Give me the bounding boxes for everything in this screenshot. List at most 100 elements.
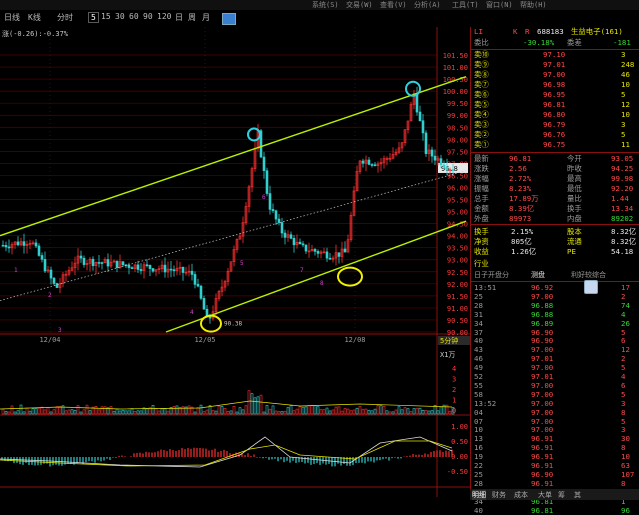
volume-bar	[163, 408, 167, 415]
panel-tab[interactable]: 测盘	[531, 270, 545, 280]
volume-bar	[424, 409, 428, 415]
period-button[interactable]: 月	[200, 12, 212, 23]
volume-bar	[211, 410, 215, 415]
weicha-label: 委差	[567, 38, 582, 47]
volume-bar	[133, 410, 137, 415]
industry-label: 行业	[474, 259, 489, 268]
stat-value: 93.05	[611, 154, 634, 163]
period-button[interactable]: 120	[155, 12, 173, 21]
period-button[interactable]: 15	[99, 12, 113, 21]
tick-time: 49	[474, 363, 483, 373]
tick-time: 37	[474, 327, 483, 337]
tick-price: 96.88	[531, 300, 554, 310]
period-button[interactable]: 60	[127, 12, 141, 21]
volume-bar	[418, 407, 422, 415]
volume-bar	[145, 408, 149, 415]
order-row: 卖⑦ 96.98 10	[471, 80, 639, 90]
candle	[100, 262, 104, 264]
volume-bar	[253, 397, 257, 415]
weicha-value: -181	[613, 38, 631, 47]
period-button[interactable]: K线	[26, 12, 43, 23]
volume-bar	[256, 396, 260, 415]
candle	[328, 257, 332, 260]
candles: 1 2 3 4 5 6 7 8	[1, 86, 455, 334]
period-button[interactable]: 日	[173, 12, 185, 23]
tick-price: 97.00	[531, 407, 554, 417]
stat-value: 8.23%	[509, 184, 532, 193]
tick-volume: 3	[621, 398, 626, 408]
tick-row: 46 97.01 2	[471, 354, 639, 363]
stat-value: 96.81	[509, 154, 532, 163]
period-button[interactable]: 5	[88, 12, 99, 23]
volume-bar	[295, 408, 299, 415]
stat-row: 总手 17.89万 量比 1.44	[471, 194, 639, 204]
extra-label: 净资	[474, 237, 489, 246]
volume-bar	[136, 410, 140, 415]
volume-bar	[16, 410, 20, 415]
volume-bar	[220, 406, 224, 415]
stat-label: 总手	[474, 194, 489, 203]
volume-bar	[205, 409, 209, 415]
tick-row: 34 96.89 26	[471, 319, 639, 328]
stat-value: 2.72%	[509, 174, 532, 183]
volume-bar	[430, 410, 434, 415]
price-tick: 94.00	[447, 233, 468, 241]
order-price: 97.01	[543, 60, 566, 69]
price-tick: 95.50	[447, 197, 468, 205]
candle	[280, 222, 284, 234]
price-tick: 98.00	[447, 136, 468, 144]
window-icon[interactable]	[222, 13, 236, 25]
period-button[interactable]: 周	[186, 12, 198, 23]
menu-item[interactable]: 帮助(H)	[520, 0, 547, 10]
tick-time: 43	[474, 345, 483, 355]
candle	[439, 158, 443, 166]
extra-value: 8.32亿	[611, 237, 637, 246]
order-row: 卖③ 96.79 3	[471, 120, 639, 130]
bottom-tab[interactable]: 大单	[538, 490, 552, 500]
tick-row: 25 97.00 2	[471, 292, 639, 301]
volume-bar	[193, 411, 197, 415]
panel-tab[interactable]: 利好较综合	[571, 270, 606, 280]
candle	[196, 284, 200, 287]
order-price: 96.98	[543, 80, 566, 89]
menu-item[interactable]: 交易(W)	[346, 0, 373, 10]
bottom-tab[interactable]: 筹	[558, 490, 565, 500]
period-button[interactable]: 日线	[2, 12, 22, 23]
bottom-tab[interactable]: 成本	[514, 490, 528, 500]
volume-bar	[241, 409, 245, 415]
stat-value: 1.44	[611, 194, 629, 203]
low-marker-circle	[337, 266, 363, 287]
bottom-tab[interactable]: 明细	[472, 490, 486, 500]
tick-time: 22	[474, 461, 483, 470]
tick-volume: 17	[621, 283, 630, 292]
menu-item[interactable]: 分析(A)	[414, 0, 441, 10]
menu-item[interactable]: 查看(V)	[380, 0, 407, 10]
menu-item[interactable]: 窗口(N)	[486, 0, 513, 10]
period-button[interactable]: 分时	[55, 12, 75, 23]
tick-volume: 5	[621, 327, 626, 337]
stat-row: 最新 96.81 今开 93.05	[471, 154, 639, 164]
volume-bar	[328, 410, 332, 415]
period-button[interactable]: 90	[141, 12, 155, 21]
menu-item[interactable]: 工具(T)	[452, 0, 479, 10]
tick-row: 13 96.91 30	[471, 434, 639, 443]
stat-value: 94.25	[611, 164, 634, 173]
popout-icon[interactable]	[584, 280, 598, 294]
low-price-label: 90.38	[224, 320, 242, 327]
volume-bar	[40, 406, 44, 415]
panel-tab[interactable]: 日子开盘分	[474, 270, 509, 280]
candle	[97, 262, 101, 264]
tick-price: 96.88	[531, 309, 554, 319]
volume-bar	[7, 411, 11, 415]
period-button[interactable]: 30	[113, 12, 127, 21]
menu-item[interactable]: 系统(S)	[312, 0, 339, 10]
bottom-tab[interactable]: 财务	[492, 490, 506, 500]
candle	[172, 269, 176, 272]
tick-time: 52	[474, 372, 483, 381]
price-tick: 91.50	[447, 293, 468, 301]
kline-chart[interactable]: 涨(-0.26):-0.37% 12/04 12/05 12/08 101.50 101…	[0, 27, 470, 497]
candle	[115, 260, 119, 268]
bottom-tab[interactable]: 其	[574, 490, 581, 500]
candle	[181, 266, 185, 273]
order-price: 96.75	[543, 140, 566, 149]
